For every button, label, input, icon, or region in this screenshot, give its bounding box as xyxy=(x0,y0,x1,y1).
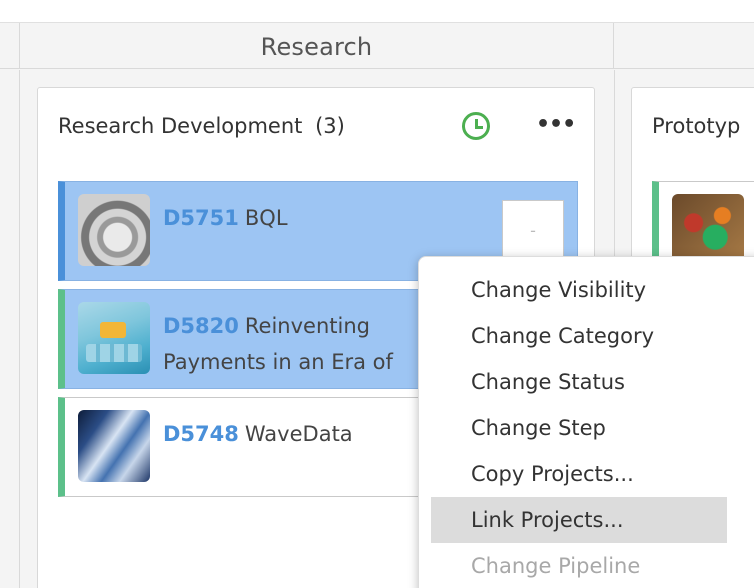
menu-item-change-category[interactable]: Change Category xyxy=(431,313,727,359)
project-text: D5748 WaveData xyxy=(163,416,423,452)
menu-item-change-step[interactable]: Change Step xyxy=(431,405,727,451)
column-header-right xyxy=(614,23,754,69)
column-header-research: Research xyxy=(20,23,614,69)
menu-item-change-status[interactable]: Change Status xyxy=(431,359,727,405)
project-text: D5751 BQL xyxy=(163,200,423,236)
project-name: BQL xyxy=(244,206,288,230)
project-mini-button[interactable]: - xyxy=(502,200,564,262)
project-id[interactable]: D5820 xyxy=(163,314,239,338)
hard-drive-thumbnail xyxy=(78,194,150,266)
lane-title-text: Research Development xyxy=(58,114,303,138)
column-title: Research xyxy=(260,33,373,61)
project-text: D5820 Reinventing Payments in an Era of xyxy=(163,308,423,380)
column-header-left xyxy=(0,23,20,69)
menu-item-change-pipeline: Change Pipeline xyxy=(471,554,641,578)
wave-thumbnail xyxy=(78,410,150,482)
menu-item-change-visibility[interactable]: Change Visibility xyxy=(431,267,727,313)
context-menu: Change Visibility Change Category Change… xyxy=(418,256,754,588)
menu-item-link-projects[interactable]: Link Projects... xyxy=(431,497,727,543)
lane-count: (3) xyxy=(315,114,345,138)
clock-icon[interactable] xyxy=(462,112,490,140)
project-id[interactable]: D5751 xyxy=(163,206,239,230)
hexagon-thumbnail xyxy=(78,302,150,374)
project-id[interactable]: D5748 xyxy=(163,422,239,446)
more-icon[interactable]: ••• xyxy=(536,114,576,136)
column-body-left xyxy=(0,70,20,588)
top-strip xyxy=(0,0,754,23)
menu-item-copy-projects[interactable]: Copy Projects... xyxy=(431,451,727,497)
project-name: WaveData xyxy=(244,422,353,446)
lane-title: Prototyp xyxy=(652,114,741,138)
kanban-board: Research Research Development (3) ••• D5… xyxy=(0,0,754,588)
lane-title: Research Development (3) xyxy=(58,114,345,138)
